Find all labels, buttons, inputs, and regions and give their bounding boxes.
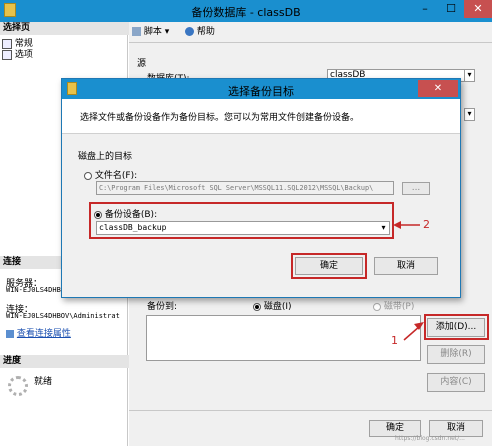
annotation-marker-2: 2 [423,218,430,231]
arrow-head-icon [393,221,401,229]
annotation-overlay [393,221,424,341]
arrow-head-icon [414,322,424,330]
annotation-marker-1: 1 [391,334,398,347]
watermark: https://blog.csdn.net/... [395,435,465,442]
